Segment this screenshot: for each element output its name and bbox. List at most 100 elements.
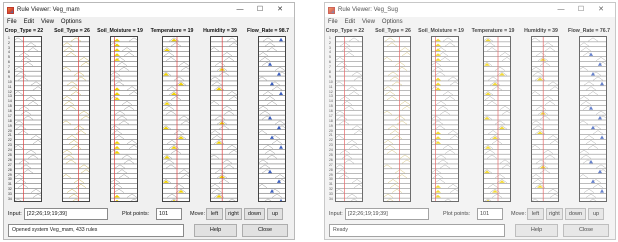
menu-edit[interactable]: Edit <box>24 19 34 25</box>
variable-header-flow-rate: Flow_Rate = 76.7 <box>568 28 610 34</box>
membership-curve <box>384 57 393 62</box>
membership-curve <box>116 61 128 66</box>
membership-curve <box>15 37 24 42</box>
membership-curve <box>63 42 73 47</box>
close-icon[interactable]: ✕ <box>591 3 611 17</box>
rule-column-plot <box>111 37 137 201</box>
membership-curve <box>396 174 408 179</box>
close-button[interactable]: Close <box>242 224 288 237</box>
rule-number: 13 <box>329 94 333 99</box>
membership-fill <box>435 38 441 42</box>
membership-curve <box>218 179 230 184</box>
membership-curve <box>63 154 75 159</box>
rule-number: 1 <box>8 35 10 40</box>
membership-curve <box>259 159 269 164</box>
rule-number: 21 <box>329 133 333 138</box>
membership-curve <box>211 154 220 159</box>
matlab-icon <box>7 6 14 14</box>
membership-curve <box>532 198 539 201</box>
membership-curve <box>595 110 606 115</box>
plot-points-field[interactable]: 101 <box>156 208 182 220</box>
rule-number: 18 <box>329 118 333 123</box>
membership-curve <box>15 71 27 76</box>
move-left-button[interactable]: left <box>206 208 223 220</box>
membership-curve <box>27 154 39 159</box>
menu-file[interactable]: File <box>328 19 338 25</box>
move-down-button[interactable]: down <box>244 208 265 220</box>
membership-curve <box>25 42 37 47</box>
menu-view[interactable]: View <box>41 19 54 25</box>
membership-curve <box>341 47 353 52</box>
membership-curve <box>539 115 551 120</box>
menu-view[interactable]: View <box>362 19 375 25</box>
help-button[interactable]: Help <box>194 224 237 237</box>
menu-options[interactable]: Options <box>61 19 82 25</box>
menu-file[interactable]: File <box>7 19 17 25</box>
membership-curve <box>580 66 589 71</box>
rule-number: 34 <box>8 196 12 201</box>
minimize-icon[interactable]: — <box>230 3 250 17</box>
membership-curve <box>78 164 89 169</box>
output-fill <box>279 145 283 149</box>
input-field[interactable]: [22;26;19;19;39] <box>24 208 108 220</box>
membership-curve <box>223 57 235 62</box>
rule-column-plot <box>432 37 458 201</box>
rule-column-plot <box>15 37 41 201</box>
membership-curve <box>259 110 271 115</box>
membership-fill <box>114 194 120 198</box>
membership-curve <box>18 52 30 57</box>
move-right-button[interactable]: right <box>546 208 563 220</box>
plot-points-field[interactable]: 101 <box>477 208 503 220</box>
membership-curve <box>585 140 597 145</box>
menu-edit[interactable]: Edit <box>345 19 355 25</box>
variable-header-crop-type: Crop_Type = 22 <box>4 28 44 34</box>
close-button[interactable]: Close <box>563 224 609 237</box>
membership-curve <box>336 110 346 115</box>
membership-curve <box>114 110 126 115</box>
membership-curve <box>339 96 351 101</box>
help-button[interactable]: Help <box>515 224 558 237</box>
membership-curve <box>165 164 177 169</box>
membership-curve <box>384 91 396 96</box>
input-label: Input: <box>329 211 343 217</box>
membership-curve <box>499 105 510 110</box>
membership-curve <box>180 174 189 179</box>
membership-curve <box>266 47 278 52</box>
membership-curve <box>437 159 449 164</box>
move-label: Move: <box>511 211 526 217</box>
membership-curve <box>75 130 87 135</box>
maximize-icon[interactable]: ☐ <box>571 3 591 17</box>
membership-curve <box>532 174 542 179</box>
membership-curve <box>63 96 73 101</box>
move-left-button[interactable]: left <box>527 208 544 220</box>
move-up-button[interactable]: up <box>267 208 283 220</box>
minimize-icon[interactable]: — <box>551 3 571 17</box>
membership-curve <box>583 135 595 140</box>
input-field[interactable]: [22;26;19;19;39] <box>345 208 429 220</box>
membership-curve <box>63 100 75 105</box>
move-up-button[interactable]: up <box>588 208 604 220</box>
membership-curve <box>180 66 189 71</box>
rule-number: 19 <box>8 123 12 128</box>
maximize-icon[interactable]: ☐ <box>250 3 270 17</box>
membership-curve <box>585 86 597 91</box>
membership-curve <box>449 188 458 193</box>
move-right-button[interactable]: right <box>225 208 242 220</box>
rule-number: 16 <box>329 109 333 114</box>
menu-options[interactable]: Options <box>382 19 403 25</box>
membership-curve <box>384 37 396 42</box>
rule-number: 31 <box>8 182 12 187</box>
membership-curve <box>180 120 189 125</box>
membership-curve <box>65 159 77 164</box>
move-down-button[interactable]: down <box>565 208 586 220</box>
membership-curve <box>123 52 135 57</box>
membership-curve <box>73 179 85 184</box>
close-icon[interactable]: ✕ <box>270 3 290 17</box>
membership-fill <box>115 199 119 201</box>
membership-curve <box>501 164 510 169</box>
membership-curve <box>271 193 283 198</box>
rule-number: 34 <box>329 196 333 201</box>
membership-curve <box>336 57 346 62</box>
membership-curve <box>163 52 175 57</box>
membership-curve <box>444 198 452 201</box>
